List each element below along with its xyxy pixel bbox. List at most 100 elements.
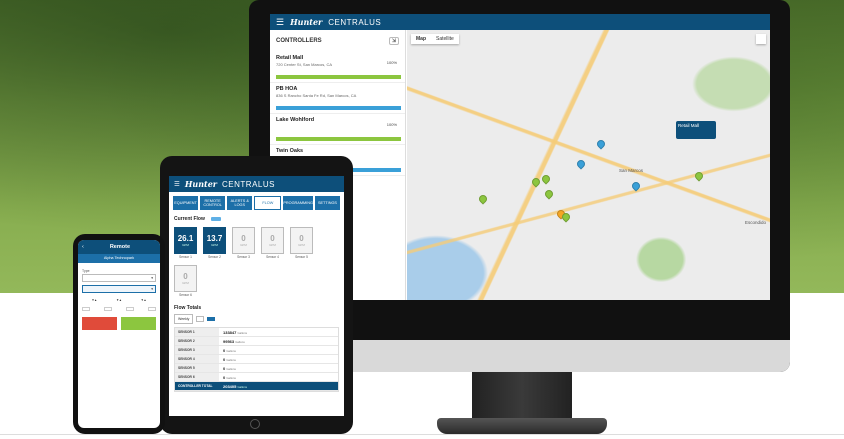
map-view[interactable]: Map Satellite San Marcos Escondido: [407, 30, 770, 300]
sensor-tile[interactable]: 26.1 GPM Sensor 1: [174, 227, 197, 259]
sensor-tile[interactable]: 13.7 GPM Sensor 2: [203, 227, 226, 259]
stepper-hours[interactable]: ▾ ▴: [92, 298, 97, 302]
tab-flow[interactable]: FLOW: [254, 196, 282, 210]
preset-chip[interactable]: [148, 307, 156, 311]
controllers-title: CONTROLLERS: [276, 38, 322, 44]
sensor-label: Sensor 5: [295, 255, 308, 259]
floor-line: [0, 434, 844, 435]
type-select[interactable]: ▾: [82, 274, 156, 282]
sensor-tile[interactable]: 0 GPM Sensor 3: [232, 227, 255, 259]
map-label-escondido: Escondido: [745, 220, 767, 225]
sensor-value: 26.1: [177, 234, 194, 243]
monitor-app-bar: ☰ Hunter CENTRALUS: [270, 14, 770, 30]
controller-row[interactable]: Retail Mall 720 Center St, San Marcos, CA…: [270, 52, 405, 83]
table-row: SENSOR 60 Gallons: [175, 373, 338, 382]
flow-totals-table: SENSOR 1 133847 Gallons SENSOR 2 99563 Gall…: [174, 327, 339, 392]
map-pin-icon[interactable]: [540, 173, 552, 185]
start-button[interactable]: [121, 317, 156, 330]
mode-select[interactable]: ▾: [82, 285, 156, 293]
row-unit: Gallons: [226, 375, 236, 380]
sensor-unit: GPM: [182, 243, 189, 247]
fullscreen-icon[interactable]: [756, 34, 766, 44]
total-label: CONTROLLER TOTAL: [175, 382, 219, 390]
tablet-tabs: EQUIPMENT REMOTE CONTROL ALERTS & LOGS F…: [169, 192, 344, 210]
date-range-select[interactable]: [196, 316, 205, 322]
controller-status-bar: [276, 106, 401, 110]
hamburger-menu-icon[interactable]: ☰: [174, 180, 180, 188]
tab-programming[interactable]: PROGRAMMING: [283, 196, 313, 210]
current-flow-header: Current Flow: [169, 210, 344, 225]
duration-steppers: ▾ ▴ ▾ ▴ ▾ ▴: [82, 298, 156, 302]
period-select[interactable]: Weekly: [174, 314, 194, 324]
type-label: Type: [82, 269, 90, 273]
map-pin-icon[interactable]: [543, 188, 555, 200]
map-pin-icon[interactable]: [575, 158, 587, 170]
sensor-unit: GPM: [182, 281, 189, 285]
tab-remote-control[interactable]: REMOTE CONTROL: [200, 196, 226, 210]
table-row: SENSOR 50 Gallons: [175, 364, 338, 373]
row-value: 0 Gallons: [219, 375, 236, 380]
tab-map[interactable]: Map: [411, 34, 431, 44]
sensor-value: 0: [183, 272, 188, 281]
tablet-screen: ☰ Hunter CENTRALUS EQUIPMENT REMOTE CONT…: [169, 176, 344, 416]
map-pin-icon[interactable]: [530, 176, 542, 188]
hamburger-menu-icon[interactable]: ☰: [276, 17, 284, 28]
phone-title: Remote: [109, 244, 130, 250]
row-number: 0: [223, 356, 226, 362]
sensor-value: 0: [299, 234, 304, 243]
update-flow-report-button[interactable]: [207, 317, 216, 321]
controller-name: Lake Wohlford: [276, 117, 315, 123]
controller-row[interactable]: PB HOA 836 S Rancho Santa Fe Rd, San Marc…: [270, 83, 405, 114]
tooltip-name: Retail Mall: [678, 123, 700, 128]
sensor-tile[interactable]: 0 GPM Sensor 5: [290, 227, 313, 259]
sensor-tile[interactable]: 0 GPM Sensor 4: [261, 227, 284, 259]
collapse-icon[interactable]: ⇲: [389, 37, 399, 45]
row-unit: Gallons: [226, 366, 236, 371]
map-pin-icon[interactable]: [595, 138, 607, 150]
current-flow-button[interactable]: [210, 217, 221, 221]
row-label: SENSOR 3: [175, 346, 219, 354]
row-number: 133847: [223, 329, 237, 335]
controller-name: PB HOA: [276, 86, 298, 92]
phone-app-bar: ‹ Remote: [78, 240, 160, 254]
sensor-unit: GPM: [211, 243, 218, 247]
sensor-unit: GPM: [298, 243, 305, 247]
controller-address: 836 S Rancho Santa Fe Rd, San Marcos, CA: [276, 93, 357, 98]
map-pin-icon[interactable]: [630, 180, 642, 192]
preset-chip[interactable]: [82, 307, 90, 311]
stop-button[interactable]: [82, 317, 117, 330]
table-row: SENSOR 1 133847 Gallons: [175, 328, 338, 337]
row-unit: Gallons: [237, 330, 247, 335]
sensor-box: 0 GPM: [174, 265, 197, 292]
stepper-seconds[interactable]: ▾ ▴: [141, 298, 146, 302]
tab-satellite[interactable]: Satellite: [431, 34, 459, 44]
row-label: SENSOR 1: [175, 328, 219, 336]
sensor-unit: GPM: [269, 243, 276, 247]
sensor-tile[interactable]: 0 GPM Sensor 6: [174, 265, 197, 297]
row-value: 0 Gallons: [219, 348, 236, 353]
phone-screen: ‹ Remote Alpha Technopark Type ▾ ▾ ▾ ▴ ▾…: [78, 240, 160, 428]
table-row: SENSOR 30 Gallons: [175, 346, 338, 355]
table-row: SENSOR 2 99563 Gallons: [175, 337, 338, 346]
row-unit: Gallons: [235, 339, 245, 344]
tab-alerts-logs[interactable]: ALERTS & LOGS: [227, 196, 253, 210]
preset-chip[interactable]: [104, 307, 112, 311]
controller-percent: 100%: [386, 122, 397, 127]
sensor-unit: GPM: [240, 243, 247, 247]
product-name: CENTRALUS: [328, 17, 382, 27]
flow-totals-title: Flow Totals: [174, 305, 202, 311]
map-pin-icon[interactable]: [477, 193, 489, 205]
marketing-scene: ☰ Hunter CENTRALUS CONTROLLERS ⇲ Retail …: [0, 0, 844, 439]
map-label-san-marcos: San Marcos: [619, 168, 644, 173]
row-number: 99563: [223, 338, 235, 344]
sensor-value: 13.7: [206, 234, 223, 243]
controller-row[interactable]: Lake Wohlford 100%: [270, 114, 405, 145]
controller-tooltip[interactable]: Retail Mall: [676, 121, 716, 139]
tab-equipment[interactable]: EQUIPMENT: [173, 196, 199, 210]
preset-chip[interactable]: [126, 307, 134, 311]
phone-subtitle: Alpha Technopark: [78, 254, 160, 263]
stepper-minutes[interactable]: ▾ ▴: [117, 298, 122, 302]
tab-settings[interactable]: SETTINGS: [314, 196, 341, 210]
map-pin-icon[interactable]: [693, 170, 705, 182]
current-flow-title: Current Flow: [174, 216, 205, 222]
